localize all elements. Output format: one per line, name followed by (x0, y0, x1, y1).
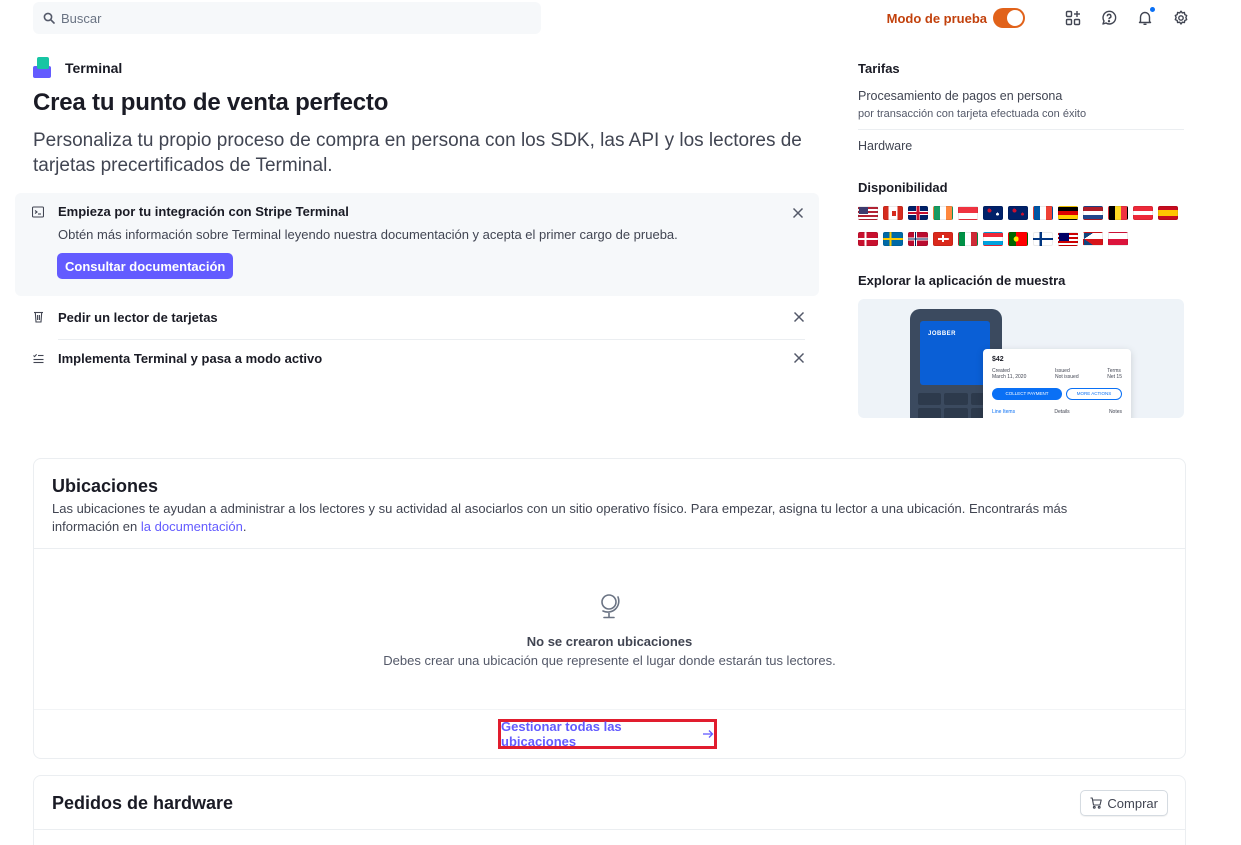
flag-ca-icon (883, 206, 903, 220)
availability-title: Disponibilidad (858, 180, 948, 195)
flag-lu-icon (983, 232, 1003, 246)
divider (34, 829, 1185, 830)
close-icon[interactable] (792, 207, 804, 219)
cart-icon (1090, 797, 1103, 809)
sample-app-image[interactable]: JOBBER $42 Created March 11, 2020 Issued N… (858, 299, 1184, 418)
flag-ie-icon (933, 206, 953, 220)
task-title: Empieza por tu integración con Stripe Te… (58, 204, 349, 219)
terminal-logo-icon (33, 57, 54, 78)
flag-fr-icon (1033, 206, 1053, 220)
flag-au-icon (983, 206, 1003, 220)
flag-it-icon (958, 232, 978, 246)
flag-be-icon (1108, 206, 1128, 220)
test-mode-toggle[interactable] (993, 8, 1025, 28)
sample-tab: Line Items (992, 409, 1016, 415)
sample-value: Not issued (1055, 374, 1079, 380)
list-check-icon (33, 353, 44, 363)
country-flags-row-1 (858, 206, 1188, 220)
flag-es-icon (1158, 206, 1178, 220)
notification-dot (1150, 7, 1155, 12)
flag-se-icon (883, 232, 903, 246)
reader-icon (34, 311, 43, 323)
pricing-item[interactable]: Procesamiento de pagos en persona (858, 89, 1062, 103)
flag-sg-icon (958, 206, 978, 220)
empty-state-description: Debes crear una ubicación que represente… (383, 653, 836, 668)
flag-dk-icon (858, 232, 878, 246)
manage-locations-label: Gestionar todas las ubicaciones (501, 719, 622, 749)
page-subtitle: Personaliza tu propio proceso de compra … (33, 130, 802, 176)
flag-gb-icon (908, 206, 928, 220)
globe-icon (601, 594, 620, 619)
divider (34, 709, 1185, 710)
flag-us-icon (858, 206, 878, 220)
task-go-live[interactable]: Implementa Terminal y pasa a modo activo (33, 338, 805, 378)
task-order-reader[interactable]: Pedir un lector de tarjetas (33, 297, 805, 337)
sample-tab: Notes (1108, 409, 1122, 415)
top-toolbar: Modo de prueba (887, 6, 1189, 30)
divider (34, 548, 1185, 549)
hardware-link[interactable]: Hardware (858, 139, 912, 153)
task-integration: Empieza por tu integración con Stripe Te… (15, 193, 819, 296)
punctuation: . (242, 519, 247, 534)
flag-cz-icon (1083, 232, 1103, 246)
locations-title: Ubicaciones (52, 476, 159, 496)
search-input[interactable]: Buscar (33, 2, 541, 34)
arrow-right-icon (703, 730, 714, 738)
hardware-orders-panel: Pedidos de hardware Comprar (33, 775, 1186, 845)
sample-invoice-card: $42 Created March 11, 2020 Issued Not issu… (983, 349, 1131, 418)
manage-locations-link[interactable]: Gestionar todas las ubicaciones (498, 719, 717, 749)
settings-icon[interactable] (1173, 10, 1189, 26)
flag-fi-icon (1033, 232, 1053, 246)
sample-brand: JOBBER (928, 331, 957, 337)
close-icon[interactable] (793, 311, 805, 323)
flag-my-icon (1058, 232, 1078, 246)
flag-nz-icon (1008, 206, 1028, 220)
flag-nl-icon (1083, 206, 1103, 220)
flag-ch-icon (933, 232, 953, 246)
locations-description: Las ubicaciones te ayudan a administrar … (52, 500, 1132, 536)
terminal-prompt-icon (32, 206, 44, 218)
sample-amount: $42 (992, 356, 1004, 363)
hardware-orders-title: Pedidos de hardware (52, 793, 234, 813)
search-placeholder: Buscar (61, 10, 102, 26)
search-icon (43, 12, 55, 24)
page-title: Crea tu punto de venta perfecto (33, 89, 389, 116)
flag-de-icon (1058, 206, 1078, 220)
help-icon[interactable] (1101, 10, 1117, 26)
view-docs-button[interactable]: Consultar documentación (57, 253, 234, 279)
pricing-title: Tarifas (858, 61, 900, 76)
pricing-subtext: por transacción con tarjeta efectuada co… (858, 108, 1087, 120)
country-flags-row-2 (858, 232, 1188, 246)
buy-button[interactable]: Comprar (1080, 790, 1168, 816)
sample-primary-button: COLLECT PAYMENT (992, 388, 1062, 400)
app-header: Terminal (33, 57, 122, 78)
apps-add-icon[interactable] (1065, 10, 1081, 26)
locations-panel: Ubicaciones Las ubicaciones te ayudan a … (33, 458, 1186, 759)
buy-button-label: Comprar (1107, 795, 1158, 811)
flag-pl-icon (1108, 232, 1128, 246)
sample-value: Net 15 (1107, 374, 1122, 380)
divider (858, 129, 1184, 130)
close-icon[interactable] (793, 352, 805, 364)
task-description: Obtén más información sobre Terminal ley… (58, 227, 678, 242)
test-mode-label: Modo de prueba (886, 10, 987, 26)
app-name: Terminal (65, 59, 123, 76)
flag-at-icon (1133, 206, 1153, 220)
task-label: Pedir un lector de tarjetas (58, 309, 218, 325)
sample-app-title: Explorar la aplicación de muestra (858, 273, 1066, 288)
flag-no-icon (908, 232, 928, 246)
empty-state-title: No se crearon ubicaciones (526, 634, 693, 649)
task-label: Implementa Terminal y pasa a modo activo (58, 350, 323, 366)
bell-icon[interactable] (1137, 7, 1155, 26)
docs-link[interactable]: la documentación (141, 519, 243, 534)
sample-tab: Details (1054, 409, 1070, 415)
flag-pt-icon (1008, 232, 1028, 246)
sample-secondary-button: MORE ACTIONS (1066, 388, 1122, 400)
sample-value: March 11, 2020 (992, 374, 1027, 380)
